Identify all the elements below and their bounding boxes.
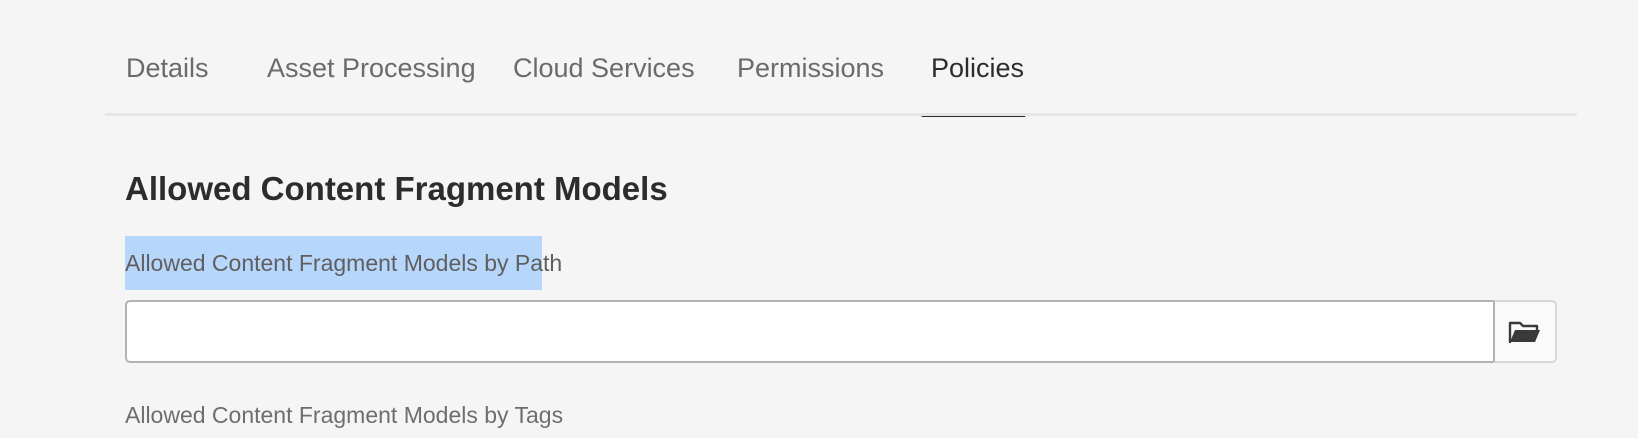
tab-details[interactable]: Details xyxy=(126,48,209,117)
browse-button[interactable] xyxy=(1493,300,1557,363)
path-field-label: Allowed Content Fragment Models by Path xyxy=(125,236,562,290)
tab-asset-processing[interactable]: Asset Processing xyxy=(267,48,476,117)
folder-open-icon xyxy=(1508,321,1540,343)
path-field xyxy=(125,300,1557,363)
section-title: Allowed Content Fragment Models xyxy=(125,170,668,207)
tab-permissions[interactable]: Permissions xyxy=(737,48,884,117)
path-input[interactable] xyxy=(125,300,1493,363)
page: Details Asset Processing Cloud Services … xyxy=(0,0,1638,438)
tab-policies[interactable]: Policies xyxy=(920,48,1027,117)
tab-divider xyxy=(105,113,1577,116)
tab-cloud-services[interactable]: Cloud Services xyxy=(513,48,695,117)
tab-bar: Details Asset Processing Cloud Services … xyxy=(105,0,1577,117)
tags-field-label: Allowed Content Fragment Models by Tags xyxy=(125,402,564,428)
